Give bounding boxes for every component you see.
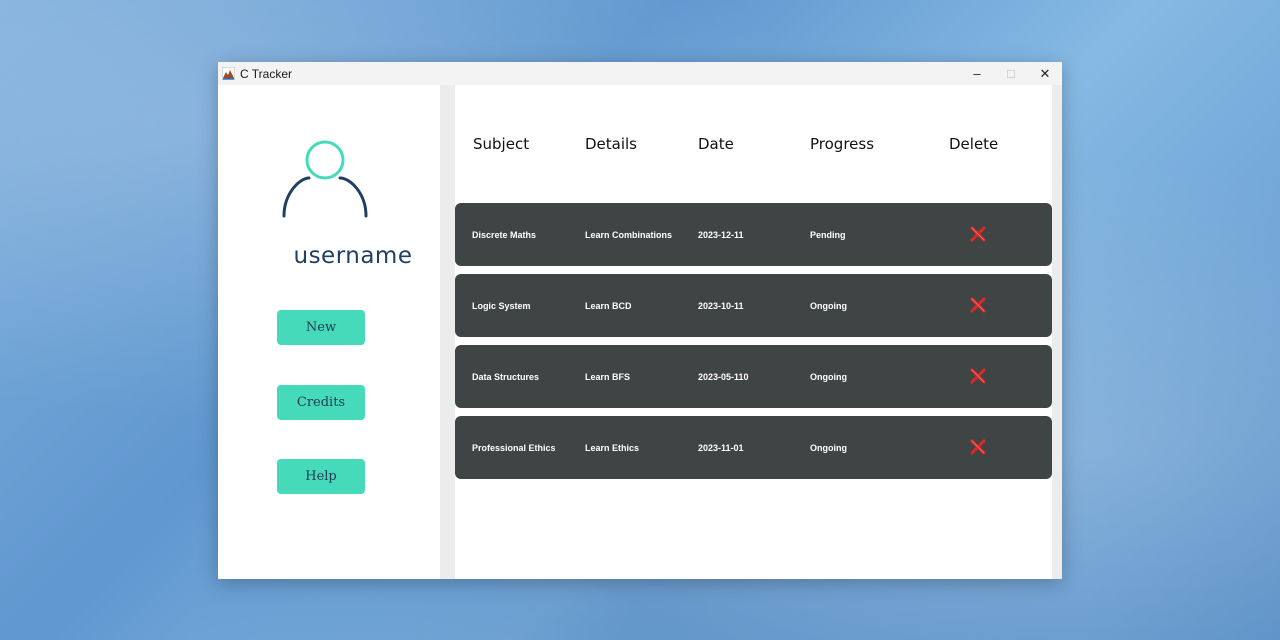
cell-details: Learn Combinations [585,229,673,240]
cell-date: 2023-11-01 [698,442,744,453]
header-progress: Progress [810,135,875,153]
window-controls: – □ ✕ [960,62,1062,85]
cell-date: 2023-05-110 [698,371,749,382]
header-details: Details [585,135,638,153]
cell-subject: Data Structures [472,371,540,382]
delete-x-icon[interactable] [969,438,987,456]
header-delete: Delete [949,135,999,153]
cell-subject: Logic System [472,300,531,311]
cell-details: Learn BFS [585,371,631,382]
table-row: Discrete Maths Learn Combinations 2023-1… [455,203,1052,266]
delete-x-icon[interactable] [969,225,987,243]
cell-progress: Pending [810,229,846,240]
delete-x-icon[interactable] [969,367,987,385]
app-window: C Tracker – □ ✕ username New Credits Hel… [218,62,1062,579]
cell-progress: Ongoing [810,371,847,382]
cell-details: Learn BCD [585,300,632,311]
window-title: C Tracker [240,66,293,81]
right-edge-strip [1052,85,1062,579]
close-button[interactable]: ✕ [1028,62,1062,85]
help-button[interactable]: Help [277,459,365,494]
cell-details: Learn Ethics [585,442,640,453]
title-bar: C Tracker – □ ✕ [218,62,1062,85]
cell-date: 2023-10-11 [698,300,744,311]
table-row: Logic System Learn BCD 2023-10-11 Ongoin… [455,274,1052,337]
cell-subject: Professional Ethics [472,442,556,453]
app-icon [222,67,235,80]
table-row: Data Structures Learn BFS 2023-05-110 On… [455,345,1052,408]
cell-date: 2023-12-11 [698,229,744,240]
maximize-button[interactable]: □ [994,62,1028,85]
delete-x-icon[interactable] [969,296,987,314]
header-date: Date [698,135,734,153]
cell-progress: Ongoing [810,442,847,453]
table-row: Professional Ethics Learn Ethics 2023-11… [455,416,1052,479]
task-table: Subject Details Date Progress Delete Dis… [455,85,1052,579]
cell-subject: Discrete Maths [472,229,537,240]
new-button[interactable]: New [277,310,365,345]
header-subject: Subject [473,135,530,153]
cell-progress: Ongoing [810,300,847,311]
sidebar-divider [440,85,455,579]
sidebar: username New Credits Help [218,85,440,579]
minimize-button[interactable]: – [960,62,994,85]
credits-button[interactable]: Credits [277,385,365,420]
user-avatar-icon [282,140,368,218]
